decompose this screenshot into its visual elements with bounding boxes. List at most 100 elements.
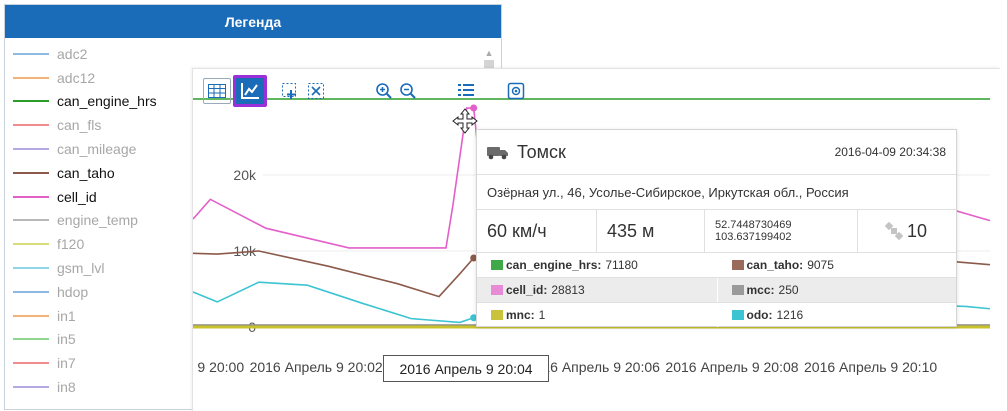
sensor-value: 250 xyxy=(778,283,799,297)
sensor-swatch xyxy=(491,310,503,320)
card-address: Озёрная ул., 46, Усолье-Сибирское, Иркут… xyxy=(477,174,956,209)
legend-list-icon xyxy=(458,84,474,96)
legend-label: gsm_lvl xyxy=(57,260,105,277)
satellite-count: 10 xyxy=(906,220,928,241)
sensor-swatch xyxy=(731,285,744,295)
x-tick-label: 2016 Апрель 9 20:10 xyxy=(804,359,937,375)
legend-item-in5[interactable]: in5 xyxy=(5,328,195,352)
legend-label: can_taho xyxy=(57,164,115,181)
vehicle-info-card: Томск 2016-04-09 20:34:38 Озёрная ул., 4… xyxy=(476,129,957,327)
sensor-row: can_engine_hrs: 71180 can_taho: 9075 xyxy=(477,252,956,277)
sensor-swatch xyxy=(491,260,503,270)
coordinates: 52.7448730469 103.637199402 xyxy=(705,210,858,252)
sensor-name: can_taho: xyxy=(746,258,804,272)
legend-item-can-fls[interactable]: can_fls xyxy=(5,113,195,137)
longitude-value: 103.637199402 xyxy=(715,231,792,243)
sensor-name: can_engine_hrs: xyxy=(506,258,602,272)
legend-header: Легенда xyxy=(5,5,501,38)
legend-label: in7 xyxy=(57,355,76,372)
legend-item-in1[interactable]: in1 xyxy=(5,304,195,328)
legend-item-adc2[interactable]: adc2 xyxy=(5,42,195,66)
sensor-swatch xyxy=(491,285,503,295)
sensor-value: 1216 xyxy=(776,308,804,322)
legend-swatch xyxy=(13,219,49,222)
speed-value: 60 км/ч xyxy=(477,210,597,252)
x-tick-label: 2016 Апрель 9 20:00 xyxy=(193,359,244,375)
legend-item-adc12[interactable]: adc12 xyxy=(5,66,195,90)
legend-item-can-mileage[interactable]: can_mileage xyxy=(5,137,195,161)
legend-label: in8 xyxy=(57,379,76,396)
sensor-swatch xyxy=(731,310,744,320)
legend-swatch xyxy=(13,338,49,341)
legend-item-cell-id[interactable]: cell_id xyxy=(5,185,195,209)
legend-toggle-button[interactable] xyxy=(453,79,479,103)
satellites: 10 xyxy=(858,210,954,252)
legend-list: adc2 adc12 can_engine_hrs can_fls can_mileag… xyxy=(5,42,195,399)
legend-item-gsm-lvl[interactable]: gsm_lvl xyxy=(5,256,195,280)
legend-item-in8[interactable]: in8 xyxy=(5,375,195,399)
satellite-icon xyxy=(884,222,903,240)
sensor-name: mnc: xyxy=(506,308,535,322)
sensor-cell: mcc: 250 xyxy=(716,278,957,302)
sensor-row: mnc: 1 odo: 1216 xyxy=(477,302,956,327)
table-icon xyxy=(208,84,226,98)
legend-label: can_mileage xyxy=(57,141,137,158)
legend-swatch xyxy=(13,386,49,389)
x-tick-label: 2016 Апрель 9 20:08 xyxy=(665,359,798,375)
legend-item-engine-temp[interactable]: engine_temp xyxy=(5,209,195,233)
card-stats: 60 км/ч 435 м 52.7448730469 103.63719940… xyxy=(477,209,956,252)
x-tick-label: 2016 Апрель 9 20:02 xyxy=(250,359,383,375)
x-axis-hover-label: 2016 Апрель 9 20:04 xyxy=(383,355,549,382)
table-view-button[interactable] xyxy=(203,78,231,104)
legend-label: engine_temp xyxy=(57,212,138,229)
legend-swatch xyxy=(13,290,49,293)
card-timestamp: 2016-04-09 20:34:38 xyxy=(834,145,946,159)
legend-swatch xyxy=(13,195,49,198)
zoom-in-button[interactable] xyxy=(371,79,397,103)
screenshot-button[interactable] xyxy=(503,79,529,103)
legend-label: adc12 xyxy=(57,69,96,86)
zoom-select-icon xyxy=(282,83,296,99)
chart-toolbar xyxy=(193,69,1000,109)
legend-swatch xyxy=(13,243,49,246)
sensor-value: 28813 xyxy=(551,283,585,297)
legend-swatch xyxy=(13,171,49,174)
sensor-swatch xyxy=(731,260,744,270)
chart-view-button[interactable] xyxy=(233,75,267,107)
legend-swatch xyxy=(13,267,49,270)
legend-swatch xyxy=(13,100,49,103)
sensor-name: mcc: xyxy=(746,283,775,297)
zoom-reset-button[interactable] xyxy=(303,79,329,103)
legend-label: can_engine_hrs xyxy=(57,93,157,110)
legend-label: cell_id xyxy=(57,188,97,205)
move-cursor-icon xyxy=(452,108,478,134)
legend-label: in5 xyxy=(57,331,76,348)
legend-label: hdop xyxy=(57,283,89,300)
legend-swatch xyxy=(13,76,49,79)
sensor-name: cell_id: xyxy=(506,283,548,297)
zoom-in-icon xyxy=(376,83,392,99)
zoom-select-button[interactable] xyxy=(277,79,303,103)
legend-swatch xyxy=(13,148,49,151)
vehicle-name: Томск xyxy=(517,141,566,162)
legend-label: f120 xyxy=(57,236,85,253)
zoom-out-button[interactable] xyxy=(395,79,421,103)
legend-item-hdop[interactable]: hdop xyxy=(5,280,195,304)
line-chart-icon xyxy=(241,83,259,99)
sensor-name: odo: xyxy=(746,308,773,322)
legend-item-can-taho[interactable]: can_taho xyxy=(5,161,195,185)
card-header: Томск 2016-04-09 20:34:38 xyxy=(477,130,956,174)
legend-item-can-engine-hrs[interactable]: can_engine_hrs xyxy=(5,90,195,114)
scroll-up-icon[interactable]: ▲ xyxy=(483,48,495,58)
zoom-out-icon xyxy=(400,83,416,99)
legend-item-f120[interactable]: f120 xyxy=(5,232,195,256)
sensor-cell: mnc: 1 xyxy=(477,303,717,327)
truck-icon xyxy=(487,147,508,160)
legend-label: adc2 xyxy=(57,45,88,62)
sensor-cell: can_engine_hrs: 71180 xyxy=(477,253,717,277)
legend-label: can_fls xyxy=(57,117,102,134)
legend-swatch xyxy=(13,314,49,317)
sensor-value: 9075 xyxy=(807,258,834,272)
latitude-value: 52.7448730469 xyxy=(715,219,792,231)
legend-item-in7[interactable]: in7 xyxy=(5,351,195,375)
